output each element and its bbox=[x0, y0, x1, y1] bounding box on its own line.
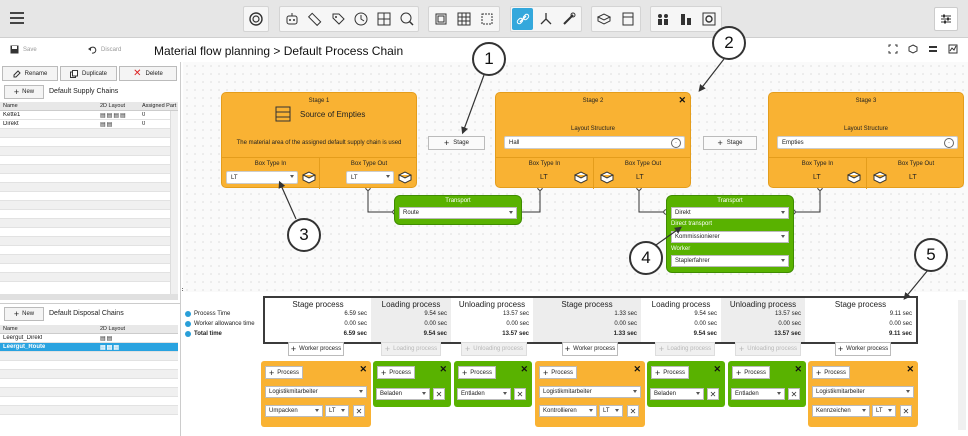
callout-4: 4 bbox=[629, 241, 663, 275]
callout-1: 1 bbox=[472, 42, 506, 76]
callout-2: 2 bbox=[712, 26, 746, 60]
callout-5: 5 bbox=[914, 238, 948, 272]
callout-3: 3 bbox=[287, 218, 321, 252]
